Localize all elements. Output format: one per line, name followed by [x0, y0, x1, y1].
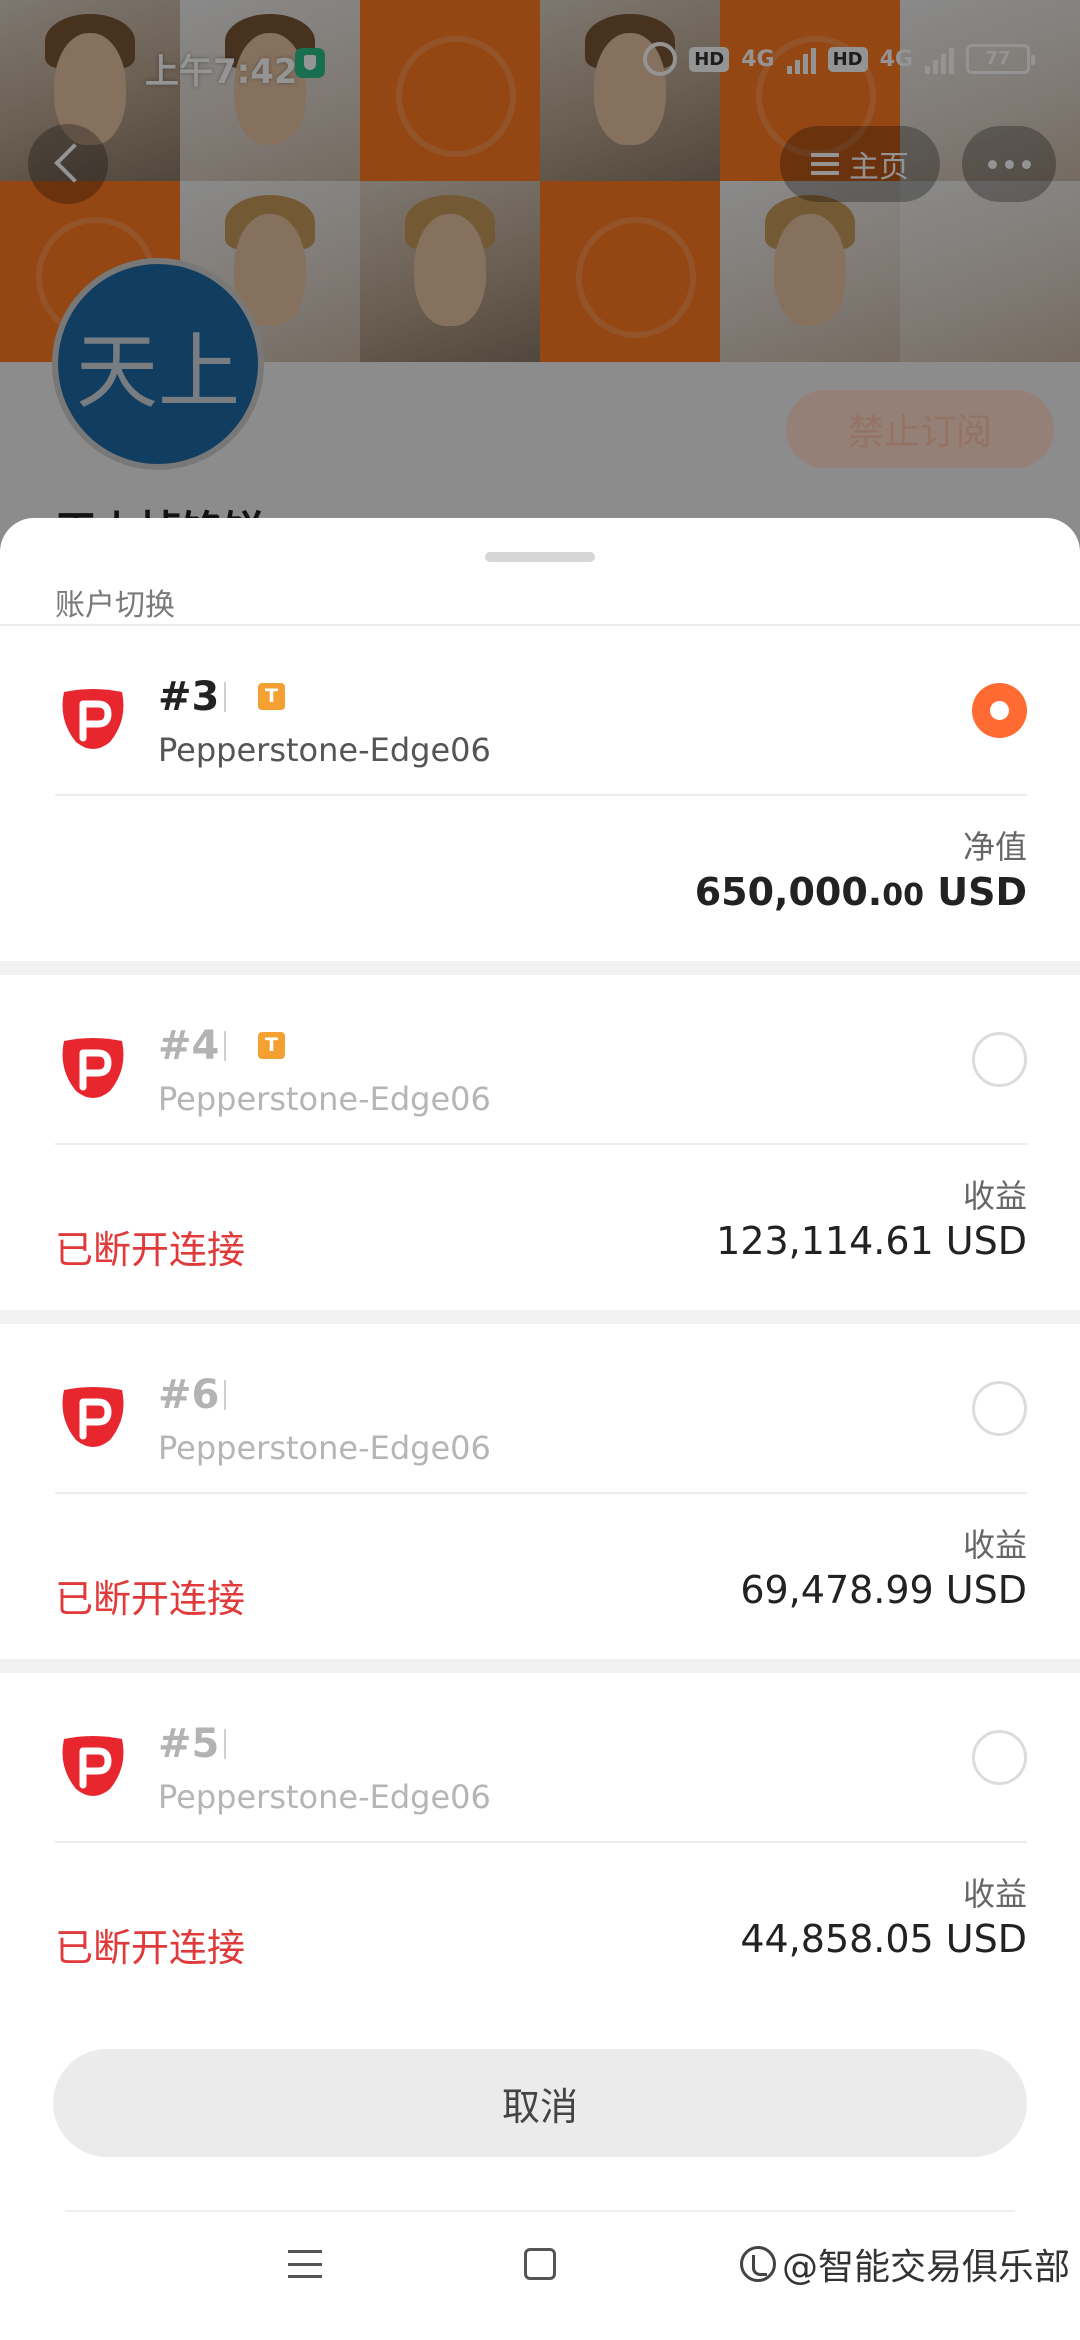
divider	[55, 794, 1027, 796]
account-type-badge: T	[258, 683, 285, 710]
connection-status: 已断开连接	[55, 1577, 246, 1621]
account-switch-sheet: 账户切换 #3 T Pepperstone-Edge06 净值 650,000.…	[0, 518, 1080, 2340]
watermark-text: @智能交易俱乐部	[781, 2247, 1070, 2288]
account-item[interactable]: #4 T Pepperstone-Edge06 收益 已断开连接 123,114…	[0, 961, 1080, 1310]
metric-value: 123,114.61 USD	[716, 1219, 1027, 1263]
metric-label: 收益	[962, 1526, 1027, 1564]
account-number: #6	[158, 1372, 220, 1418]
divider	[55, 1492, 1027, 1494]
server-name: Pepperstone-Edge06	[158, 731, 491, 769]
weibo-logo-icon	[739, 2246, 776, 2282]
account-number: #3	[158, 674, 220, 720]
account-number: #5	[158, 1721, 220, 1767]
watermark: @智能交易俱乐部	[739, 2238, 1070, 2290]
account-type-badge: T	[258, 1032, 285, 1059]
divider	[65, 2210, 1015, 2212]
account-item[interactable]: #6 Pepperstone-Edge06 收益 已断开连接 69,478.99…	[0, 1310, 1080, 1659]
radio-button[interactable]	[972, 1730, 1027, 1785]
account-number: #4	[158, 1023, 220, 1069]
radio-button-selected[interactable]	[972, 683, 1027, 738]
divider	[224, 1729, 226, 1759]
sheet-title: 账户切换	[55, 588, 175, 623]
pepperstone-logo-icon	[62, 1038, 124, 1098]
pepperstone-logo-icon	[62, 689, 124, 749]
metric-label: 收益	[962, 1875, 1027, 1913]
connection-status: 已断开连接	[55, 1228, 246, 1272]
home-icon[interactable]	[524, 2248, 556, 2280]
divider	[224, 1031, 226, 1061]
drag-handle[interactable]	[485, 552, 595, 562]
server-name: Pepperstone-Edge06	[158, 1080, 491, 1118]
divider	[224, 1380, 226, 1410]
account-item[interactable]: #5 Pepperstone-Edge06 收益 已断开连接 44,858.05…	[0, 1659, 1080, 2008]
server-name: Pepperstone-Edge06	[158, 1778, 491, 1816]
metric-value: 69,478.99 USD	[740, 1568, 1027, 1612]
metric-value: 650,000.00 USD	[694, 870, 1027, 914]
connection-status: 已断开连接	[55, 1926, 246, 1970]
pepperstone-logo-icon	[62, 1736, 124, 1796]
divider	[224, 682, 226, 712]
metric-label: 收益	[962, 1177, 1027, 1215]
system-nav-bar: @智能交易俱乐部	[0, 2230, 1080, 2340]
server-name: Pepperstone-Edge06	[158, 1429, 491, 1467]
metric-value: 44,858.05 USD	[740, 1917, 1027, 1961]
divider	[55, 1841, 1027, 1843]
account-item[interactable]: #3 T Pepperstone-Edge06 净值 650,000.00 US…	[0, 626, 1080, 961]
radio-button[interactable]	[972, 1381, 1027, 1436]
divider	[55, 1143, 1027, 1145]
account-list: #3 T Pepperstone-Edge06 净值 650,000.00 US…	[0, 626, 1080, 2008]
cancel-button[interactable]: 取消	[53, 2049, 1027, 2157]
metric-label: 净值	[962, 828, 1027, 866]
radio-button[interactable]	[972, 1032, 1027, 1087]
pepperstone-logo-icon	[62, 1387, 124, 1447]
recent-apps-icon[interactable]	[288, 2250, 322, 2278]
